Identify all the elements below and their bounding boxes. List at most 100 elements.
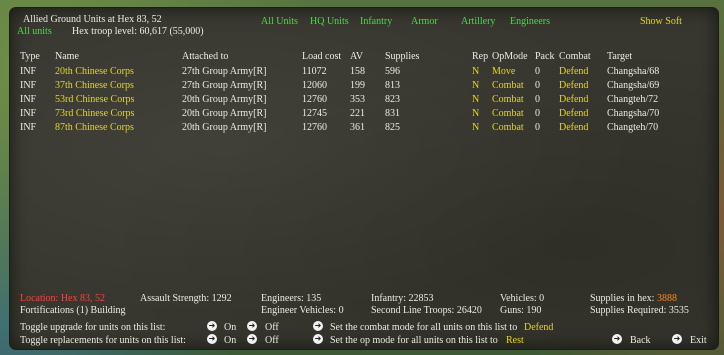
cell-opmode[interactable]: Move xyxy=(492,66,515,77)
table-row[interactable]: INF 37th Chinese Corps 27th Group Army[R… xyxy=(10,80,718,94)
cell-rep[interactable]: N xyxy=(472,108,479,119)
cell-attached[interactable]: 20th Group Army[R] xyxy=(182,108,266,119)
cell-target: Changteh/72 xyxy=(607,94,659,105)
show-soft-toggle[interactable]: Show Soft xyxy=(640,16,682,27)
col-target[interactable]: Target xyxy=(607,51,632,62)
cell-type: INF xyxy=(20,66,37,77)
col-attached-to[interactable]: Attached to xyxy=(182,51,228,62)
cell-opmode[interactable]: Combat xyxy=(492,108,524,119)
table-row[interactable]: INF 87th Chinese Corps 20th Group Army[R… xyxy=(10,122,718,136)
replacements-off-button[interactable]: Off xyxy=(265,335,279,346)
cell-av: 361 xyxy=(350,122,365,133)
cell-name[interactable]: 73rd Chinese Corps xyxy=(55,108,134,119)
combat-mode-arrow-icon[interactable]: ➜ xyxy=(313,321,323,331)
cell-type: INF xyxy=(20,108,37,119)
panel-title: Allied Ground Units at Hex 83, 52 xyxy=(23,14,162,25)
filter-artillery[interactable]: Artillery xyxy=(461,16,495,27)
col-pack[interactable]: Pack xyxy=(535,51,554,62)
table-row[interactable]: INF 20th Chinese Corps 27th Group Army[R… xyxy=(10,66,718,80)
cell-av: 199 xyxy=(350,80,365,91)
replacements-on-arrow-icon[interactable]: ➜ xyxy=(207,334,217,344)
cell-target: Changsha/68 xyxy=(607,66,660,77)
all-units-mode[interactable]: All units xyxy=(17,26,52,37)
cell-av: 158 xyxy=(350,66,365,77)
cell-rep[interactable]: N xyxy=(472,80,479,91)
exit-button[interactable]: Exit xyxy=(690,335,707,346)
filter-all-units[interactable]: All Units xyxy=(261,16,298,27)
upgrade-on-button[interactable]: On xyxy=(224,322,236,333)
second-line-troops: Second Line Troops: 26420 xyxy=(371,305,482,316)
op-mode-value[interactable]: Rest xyxy=(506,335,524,346)
filter-infantry[interactable]: Infantry xyxy=(360,16,392,27)
cell-name[interactable]: 37th Chinese Corps xyxy=(55,80,134,91)
guns-count: Guns: 190 xyxy=(500,305,542,316)
cell-type: INF xyxy=(20,122,37,133)
cell-name[interactable]: 20th Chinese Corps xyxy=(55,66,134,77)
cell-target: Changsha/70 xyxy=(607,108,660,119)
upgrade-off-button[interactable]: Off xyxy=(265,322,279,333)
cell-av: 221 xyxy=(350,108,365,119)
cell-opmode[interactable]: Combat xyxy=(492,122,524,133)
back-arrow-icon[interactable]: ➜ xyxy=(612,334,622,344)
table-row[interactable]: INF 53rd Chinese Corps 20th Group Army[R… xyxy=(10,94,718,108)
col-supplies[interactable]: Supplies xyxy=(385,51,419,62)
back-button[interactable]: Back xyxy=(630,335,651,346)
filter-engineers[interactable]: Engineers xyxy=(510,16,550,27)
cell-pack: 0 xyxy=(535,108,540,119)
cell-target: Changteh/70 xyxy=(607,122,659,133)
table-row[interactable]: INF 73rd Chinese Corps 20th Group Army[R… xyxy=(10,108,718,122)
cell-rep[interactable]: N xyxy=(472,94,479,105)
exit-arrow-icon[interactable]: ➜ xyxy=(672,334,682,344)
op-mode-arrow-icon[interactable]: ➜ xyxy=(313,334,323,344)
cell-combat[interactable]: Defend xyxy=(559,80,588,91)
col-combat[interactable]: Combat xyxy=(559,51,591,62)
cell-name[interactable]: 53rd Chinese Corps xyxy=(55,94,134,105)
replacements-off-arrow-icon[interactable]: ➜ xyxy=(247,334,257,344)
cell-combat[interactable]: Defend xyxy=(559,108,588,119)
col-type[interactable]: Type xyxy=(20,51,40,62)
vehicles-count: Vehicles: 0 xyxy=(500,293,545,304)
cell-combat[interactable]: Defend xyxy=(559,94,588,105)
upgrade-off-arrow-icon[interactable]: ➜ xyxy=(247,321,257,331)
toggle-upgrade-label: Toggle upgrade for units on this list: xyxy=(20,322,166,333)
col-load-cost[interactable]: Load cost xyxy=(302,51,341,62)
cell-combat[interactable]: Defend xyxy=(559,66,588,77)
cell-supplies: 813 xyxy=(385,80,400,91)
cell-load: 12745 xyxy=(302,108,327,119)
cell-rep[interactable]: N xyxy=(472,66,479,77)
cell-type: INF xyxy=(20,80,37,91)
op-mode-label: Set the op mode for all units on this li… xyxy=(330,335,498,346)
cell-combat[interactable]: Defend xyxy=(559,122,588,133)
cell-load: 12760 xyxy=(302,122,327,133)
col-opmode[interactable]: OpMode xyxy=(492,51,528,62)
supplies-required: Supplies Required: 3535 xyxy=(590,305,689,316)
cell-name[interactable]: 87th Chinese Corps xyxy=(55,122,134,133)
cell-attached[interactable]: 20th Group Army[R] xyxy=(182,122,266,133)
filter-hq-units[interactable]: HQ Units xyxy=(310,16,349,27)
cell-attached[interactable]: 27th Group Army[R] xyxy=(182,80,266,91)
unit-list-panel: Allied Ground Units at Hex 83, 52 All un… xyxy=(10,8,718,349)
cell-attached[interactable]: 27th Group Army[R] xyxy=(182,66,266,77)
supplies-in-hex-value: 3888 xyxy=(657,293,677,304)
cell-supplies: 831 xyxy=(385,108,400,119)
col-rep[interactable]: Rep xyxy=(472,51,488,62)
cell-attached[interactable]: 20th Group Army[R] xyxy=(182,94,266,105)
toggle-replacements-label: Toggle replacements for units on this li… xyxy=(20,335,186,346)
location-label: Location: Hex 83, 52 xyxy=(20,293,105,304)
cell-rep[interactable]: N xyxy=(472,122,479,133)
cell-opmode[interactable]: Combat xyxy=(492,94,524,105)
col-av[interactable]: AV xyxy=(350,51,363,62)
cell-av: 353 xyxy=(350,94,365,105)
combat-mode-value[interactable]: Defend xyxy=(524,322,553,333)
hex-troop-level: Hex troop level: 60,617 (55,000) xyxy=(72,26,204,37)
replacements-on-button[interactable]: On xyxy=(224,335,236,346)
cell-pack: 0 xyxy=(535,80,540,91)
engineer-vehicles-count: Engineer Vehicles: 0 xyxy=(261,305,344,316)
fortifications-label: Fortifications (1) Building xyxy=(20,305,126,316)
table-header: Type Name Attached to Load cost AV Suppl… xyxy=(10,51,718,65)
filter-armor[interactable]: Armor xyxy=(411,16,438,27)
upgrade-on-arrow-icon[interactable]: ➜ xyxy=(207,321,217,331)
combat-mode-label: Set the combat mode for all units on thi… xyxy=(330,322,518,333)
cell-opmode[interactable]: Combat xyxy=(492,80,524,91)
col-name[interactable]: Name xyxy=(55,51,79,62)
